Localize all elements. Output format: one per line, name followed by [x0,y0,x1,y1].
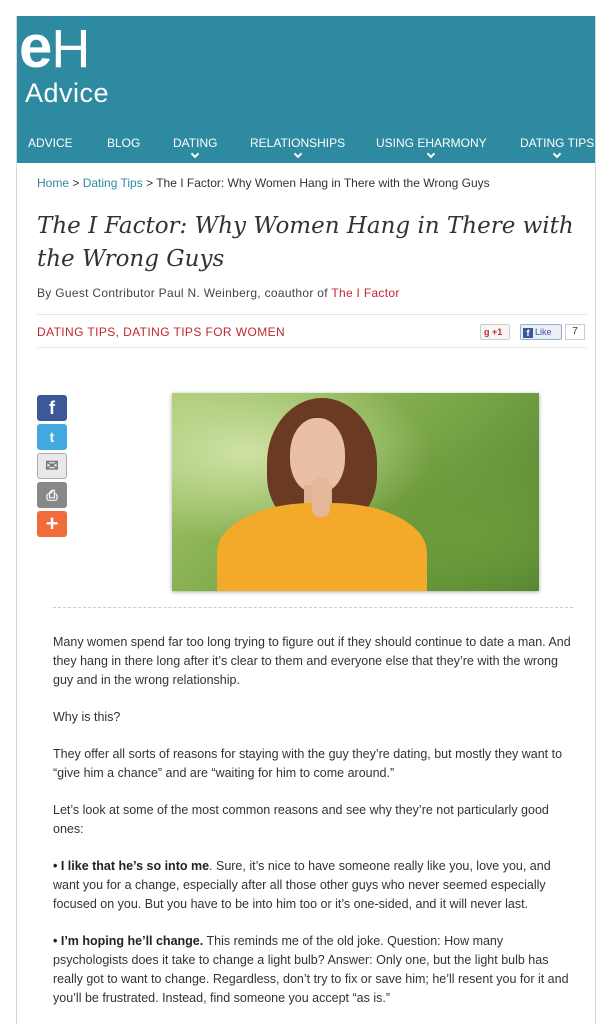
breadcrumb-home[interactable]: Home [37,176,69,190]
email-icon[interactable]: ✉ [37,453,67,479]
breadcrumb-separator: > [142,176,157,190]
twitter-icon[interactable]: t [37,424,67,450]
main-nav: ADVICE BLOG DATING RELATIONSHIPS USING E… [17,128,595,163]
breadcrumb-separator: > [69,176,83,190]
bullet-lead: • I’m hoping he’ll change. [53,934,204,948]
nav-blog[interactable]: BLOG [107,136,140,150]
nav-advice[interactable]: ADVICE [28,136,73,150]
chevron-down-icon [552,149,562,159]
breadcrumb-dating-tips[interactable]: Dating Tips [83,176,143,190]
site-header: eH Advice ADVICE BLOG DATING RELATIONSHI… [17,16,595,163]
byline-author: By Guest Contributor Paul N. Weinberg, c… [37,286,332,300]
print-icon[interactable]: ⎙ [37,482,67,508]
article-body: Many women spend far too long trying to … [53,633,573,1024]
page-frame: eH Advice ADVICE BLOG DATING RELATIONSHI… [16,16,596,1024]
chevron-down-icon [190,149,200,159]
image-divider [53,607,573,608]
article-title: The I Factor: Why Women Hang in There wi… [37,213,574,272]
facebook-icon[interactable]: f [37,395,67,421]
breadcrumb: Home > Dating Tips > The I Factor: Why W… [37,176,587,190]
hero-hand [312,477,330,517]
paragraph: Let’s look at some of the most common re… [53,803,549,836]
facebook-like-button[interactable]: f Like [520,324,562,340]
breadcrumb-current: The I Factor: Why Women Hang in There wi… [156,176,490,190]
facebook-like-count: 7 [565,324,585,340]
eh-advice-logo[interactable]: eH Advice [19,16,109,109]
google-plus-button[interactable]: g +1 [480,324,510,340]
paragraph: Many women spend far too long trying to … [53,635,571,687]
bullet-paragraph: • I like that he’s so into me. Sure, it’… [53,857,573,914]
nav-using-eharmony[interactable]: USING EHARMONY [376,136,487,159]
chevron-down-icon [427,149,436,159]
category-bar: DATING TIPS, DATING TIPS FOR WOMEN g +1 … [37,314,587,348]
nav-relationships[interactable]: RELATIONSHIPS [250,136,345,159]
logo-advice: Advice [25,78,110,108]
logo-e: e [19,16,52,80]
category-links[interactable]: DATING TIPS, DATING TIPS FOR WOMEN [37,325,285,339]
share-more-icon[interactable]: + [37,511,67,537]
bullet-lead: • I like that he’s so into me [53,859,210,873]
logo-h: H [51,19,90,79]
byline: By Guest Contributor Paul N. Weinberg, c… [37,286,587,300]
article-content: Home > Dating Tips > The I Factor: Why W… [37,176,587,348]
book-link[interactable]: The I Factor [331,286,399,300]
social-share-bar: f t ✉ ⎙ + [37,395,67,540]
chevron-down-icon [293,149,302,159]
facebook-f-icon: f [523,328,533,338]
bullet-paragraph: • I’m hoping he’ll change. This reminds … [53,932,573,1008]
article-hero-image [172,393,539,591]
nav-dating-tips[interactable]: DATING TIPS [520,136,594,159]
paragraph: They offer all sorts of reasons for stay… [53,747,563,780]
paragraph: Why is this? [53,710,121,724]
nav-dating[interactable]: DATING [173,136,217,159]
